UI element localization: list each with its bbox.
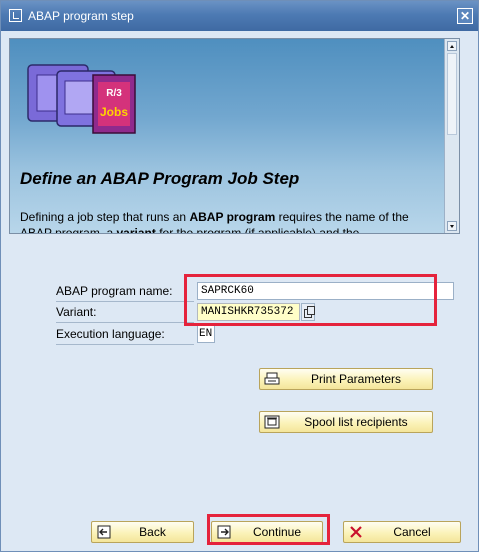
scroll-thumb[interactable] [447, 53, 457, 135]
info-text-part: for the program (if applicable) and the [155, 226, 360, 234]
variant-label: Variant: [56, 305, 97, 319]
print-icon [264, 372, 280, 385]
window-icon [9, 9, 22, 22]
r3-jobs-icon: R/3 Jobs [27, 64, 136, 134]
label-underline [56, 344, 194, 345]
cancel-button[interactable]: Cancel [343, 521, 461, 543]
logo-jobs-text: Jobs [100, 105, 128, 119]
info-heading: Define an ABAP Program Job Step [20, 169, 300, 188]
cancel-label: Cancel [393, 525, 431, 539]
cancel-icon [350, 526, 362, 538]
highlight-box-fields [184, 274, 437, 326]
back-label: Back [139, 525, 166, 539]
label-underline [56, 301, 194, 302]
execution-language-label: Execution language: [56, 327, 165, 341]
info-text: Defining a job step that runs an ABAP pr… [20, 209, 435, 234]
spool-list-recipients-button[interactable]: Spool list recipients [259, 411, 433, 433]
program-name-label: ABAP program name: [56, 284, 173, 298]
close-icon: ✕ [459, 9, 471, 23]
back-button[interactable]: Back [91, 521, 194, 543]
title-bar[interactable]: ABAP program step ✕ [1, 1, 478, 31]
spool-list-recipients-label: Spool list recipients [304, 415, 408, 429]
close-button[interactable]: ✕ [457, 8, 473, 24]
spool-recipients-icon [264, 415, 280, 429]
info-panel: R/3 Jobs Define an ABAP Program Job Step… [9, 38, 460, 234]
scroll-down-button[interactable] [447, 221, 457, 231]
label-underline [56, 322, 194, 323]
print-parameters-label: Print Parameters [310, 372, 402, 386]
logo-r3-text: R/3 [106, 88, 122, 99]
back-icon [97, 525, 111, 539]
info-text-part: Defining a job step that runs an [20, 210, 190, 224]
info-text-bold: variant [116, 226, 156, 234]
info-text-bold: ABAP program [189, 210, 276, 224]
info-scrollbar[interactable] [444, 39, 459, 233]
print-parameters-button[interactable]: Print Parameters [259, 368, 433, 390]
scroll-up-button[interactable] [447, 41, 457, 51]
execution-language-input[interactable]: EN [197, 325, 215, 343]
window-title: ABAP program step [28, 9, 134, 23]
abap-program-step-dialog: ABAP program step ✕ R/3 Jobs Define an A… [0, 0, 479, 552]
highlight-box-continue [207, 514, 330, 545]
